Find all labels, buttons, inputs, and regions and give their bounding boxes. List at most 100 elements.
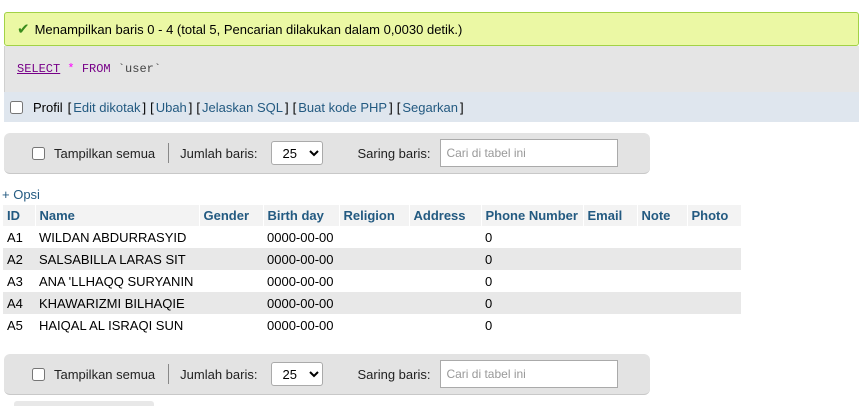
- table-row[interactable]: A4 KHAWARIZMI BILHAQIE 0000-00-00 0: [3, 292, 741, 314]
- cell-note[interactable]: [637, 270, 687, 292]
- profil-label: Profil: [33, 99, 63, 115]
- sql-star: *: [67, 62, 75, 76]
- column-header-address[interactable]: Address: [409, 205, 482, 226]
- column-header-name[interactable]: Name: [35, 205, 200, 226]
- cell-address[interactable]: [409, 314, 481, 336]
- cell-email[interactable]: [583, 226, 637, 248]
- cell-name[interactable]: SALSABILLA LARAS SIT: [35, 248, 199, 270]
- cell-religion[interactable]: [339, 226, 409, 248]
- cell-address[interactable]: [409, 292, 481, 314]
- show-all-label: Tampilkan semua: [54, 366, 156, 382]
- cell-id[interactable]: A2: [3, 248, 35, 270]
- column-header-gender[interactable]: Gender: [199, 205, 264, 226]
- explain-sql-link[interactable]: Jelaskan SQL: [202, 100, 283, 115]
- query-results-operations-tab: [14, 401, 154, 406]
- show-all-checkbox[interactable]: [32, 367, 45, 381]
- cell-phone-number[interactable]: 0: [481, 270, 583, 292]
- column-header-phone-number[interactable]: Phone Number: [481, 205, 584, 226]
- rows-label: Jumlah baris:: [180, 145, 258, 161]
- table-row[interactable]: A3 ANA 'LLHAQQ SURYANIN 0000-00-00 0: [3, 270, 741, 292]
- profil-checkbox[interactable]: [10, 100, 23, 114]
- cell-phone-number[interactable]: 0: [481, 248, 583, 270]
- rows-label: Jumlah baris:: [180, 366, 258, 382]
- query-actions-bar: Profil [Edit dikotak] [Ubah] [Jelaskan S…: [4, 92, 859, 122]
- cell-religion[interactable]: [339, 248, 409, 270]
- sql-keyword-select[interactable]: SELECT: [17, 62, 60, 76]
- options-link[interactable]: + Opsi: [2, 187, 40, 202]
- cell-photo[interactable]: [687, 226, 741, 248]
- edit-inline-link[interactable]: Edit dikotak: [73, 100, 140, 115]
- table-navigation-top: Tampilkan semua Jumlah baris: 25 Saring …: [4, 133, 650, 174]
- column-header-religion[interactable]: Religion: [339, 205, 410, 226]
- refresh-link[interactable]: Segarkan: [402, 100, 458, 115]
- cell-religion[interactable]: [339, 314, 409, 336]
- rows-per-page-select[interactable]: 25: [271, 362, 324, 386]
- show-all-label: Tampilkan semua: [54, 145, 156, 161]
- create-php-code-link[interactable]: Buat kode PHP: [298, 100, 387, 115]
- cell-photo[interactable]: [687, 248, 741, 270]
- column-header-note[interactable]: Note: [637, 205, 688, 226]
- cell-photo[interactable]: [687, 314, 741, 336]
- column-header-email[interactable]: Email: [583, 205, 638, 226]
- cell-gender[interactable]: [199, 314, 263, 336]
- cell-id[interactable]: A4: [3, 292, 35, 314]
- divider: [168, 364, 170, 384]
- cell-photo[interactable]: [687, 292, 741, 314]
- show-all-checkbox[interactable]: [32, 146, 45, 160]
- cell-id[interactable]: A5: [3, 314, 35, 336]
- cell-email[interactable]: [583, 292, 637, 314]
- filter-rows-input[interactable]: Cari di tabel ini: [440, 360, 619, 388]
- divider: [168, 143, 170, 163]
- cell-note[interactable]: [637, 292, 687, 314]
- cell-id[interactable]: A3: [3, 270, 35, 292]
- cell-name[interactable]: ANA 'LLHAQQ SURYANIN: [35, 270, 199, 292]
- cell-gender[interactable]: [199, 292, 263, 314]
- table-navigation-bottom: Tampilkan semua Jumlah baris: 25 Saring …: [4, 354, 650, 395]
- cell-email[interactable]: [583, 248, 637, 270]
- cell-note[interactable]: [637, 314, 687, 336]
- cell-email[interactable]: [583, 314, 637, 336]
- cell-gender[interactable]: [199, 248, 263, 270]
- column-header-photo[interactable]: Photo: [687, 205, 742, 226]
- cell-name[interactable]: WILDAN ABDURRASYID: [35, 226, 199, 248]
- cell-note[interactable]: [637, 248, 687, 270]
- filter-rows-input[interactable]: Cari di tabel ini: [440, 139, 619, 167]
- table-row[interactable]: A1 WILDAN ABDURRASYID 0000-00-00 0: [3, 226, 741, 248]
- cell-birth-day[interactable]: 0000-00-00: [263, 292, 339, 314]
- cell-birth-day[interactable]: 0000-00-00: [263, 248, 339, 270]
- cell-gender[interactable]: [199, 270, 263, 292]
- cell-photo[interactable]: [687, 270, 741, 292]
- cell-birth-day[interactable]: 0000-00-00: [263, 314, 339, 336]
- table-header-row: ID Name Gender Birth day Religion Addres…: [3, 205, 742, 226]
- rows-per-page-select[interactable]: 25: [271, 141, 324, 165]
- column-header-id[interactable]: ID: [3, 205, 36, 226]
- cell-birth-day[interactable]: 0000-00-00: [263, 226, 339, 248]
- sql-table-name: `user`: [117, 62, 162, 76]
- cell-phone-number[interactable]: 0: [481, 226, 583, 248]
- column-header-birth-day[interactable]: Birth day: [263, 205, 340, 226]
- cell-religion[interactable]: [339, 292, 409, 314]
- cell-address[interactable]: [409, 226, 481, 248]
- cell-birth-day[interactable]: 0000-00-00: [263, 270, 339, 292]
- sql-keyword-from: FROM: [81, 62, 111, 76]
- cell-address[interactable]: [409, 270, 481, 292]
- success-message-text: Menampilkan baris 0 - 4 (total 5, Pencar…: [34, 21, 463, 37]
- cell-note[interactable]: [637, 226, 687, 248]
- cell-religion[interactable]: [339, 270, 409, 292]
- filter-label: Saring baris:: [357, 145, 431, 161]
- edit-link[interactable]: Ubah: [156, 100, 187, 115]
- checkmark-icon: ✔: [17, 21, 30, 38]
- cell-name[interactable]: HAIQAL AL ISRAQI SUN: [35, 314, 199, 336]
- filter-label: Saring baris:: [357, 366, 431, 382]
- table-row[interactable]: A2 SALSABILLA LARAS SIT 0000-00-00 0: [3, 248, 741, 270]
- table-row[interactable]: A5 HAIQAL AL ISRAQI SUN 0000-00-00 0: [3, 314, 741, 336]
- cell-id[interactable]: A1: [3, 226, 35, 248]
- cell-phone-number[interactable]: 0: [481, 292, 583, 314]
- results-table: ID Name Gender Birth day Religion Addres…: [3, 205, 742, 336]
- cell-email[interactable]: [583, 270, 637, 292]
- cell-name[interactable]: KHAWARIZMI BILHAQIE: [35, 292, 199, 314]
- cell-phone-number[interactable]: 0: [481, 314, 583, 336]
- success-message: ✔ Menampilkan baris 0 - 4 (total 5, Penc…: [4, 12, 859, 46]
- cell-address[interactable]: [409, 248, 481, 270]
- cell-gender[interactable]: [199, 226, 263, 248]
